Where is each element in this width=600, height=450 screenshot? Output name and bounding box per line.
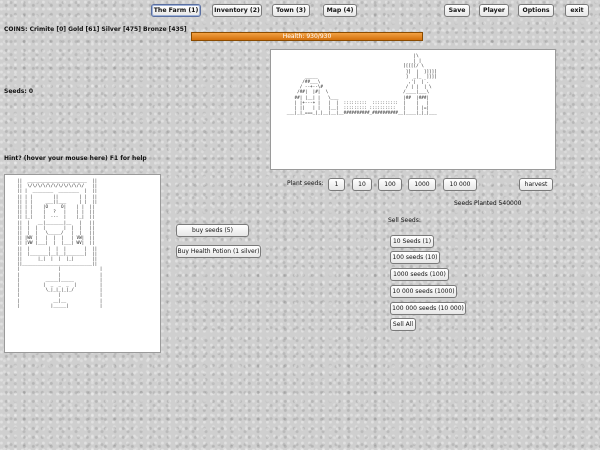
- plant-1-button[interactable]: 1: [328, 178, 345, 191]
- plant-10-button[interactable]: 10: [352, 178, 372, 191]
- plant-1000-button[interactable]: 1000: [408, 178, 436, 191]
- exit-button[interactable]: exit: [565, 4, 589, 17]
- sell-seeds-label: Sell Seeds:: [388, 217, 421, 224]
- buy-health-potion-button[interactable]: Buy Health Potion (1 silver): [176, 245, 261, 258]
- tab-the-farm[interactable]: The Farm (1): [151, 4, 201, 17]
- buy-seeds-button[interactable]: buy seeds (5): [176, 224, 249, 237]
- tab-town[interactable]: Town (3): [272, 4, 310, 17]
- coins-readout: COINS: Crimite [0] Gold [61] Silver [475…: [4, 26, 187, 33]
- character-panel: || _______________________ || || \/\/\/\…: [4, 174, 161, 353]
- sell-10-seeds-button[interactable]: 10 Seeds (1): [390, 235, 434, 248]
- sell-10000-seeds-button[interactable]: 10 000 seeds (1000): [390, 285, 457, 298]
- save-button[interactable]: Save: [444, 4, 470, 17]
- plant-100-button[interactable]: 100: [378, 178, 402, 191]
- sell-100000-seeds-button[interactable]: 100 000 seeds (10 000): [390, 302, 466, 315]
- plant-10000-button[interactable]: 10 000: [443, 178, 477, 191]
- player-button[interactable]: Player: [479, 4, 509, 17]
- seeds-planted-readout: Seeds Planted 540000: [454, 200, 522, 207]
- seeds-count: Seeds: 0: [4, 88, 33, 95]
- farm-scene-panel: |\ | | [[[[[/ \ ]] | ]]]]] _____] _[_]…: [270, 49, 556, 170]
- hint-label[interactable]: Hint? (hover your mouse here) F1 for hel…: [4, 155, 147, 162]
- options-button[interactable]: Options: [518, 4, 554, 17]
- sell-1000-seeds-button[interactable]: 1000 seeds (100): [390, 268, 449, 281]
- farm-ascii-art: |\ | | [[[[[/ \ ]] | ]]]]] _____] _[_]…: [286, 54, 437, 117]
- harvest-button[interactable]: harvest: [519, 178, 553, 191]
- tab-inventory[interactable]: Inventory (2): [212, 4, 262, 17]
- health-bar: Health: 930/930: [191, 32, 423, 41]
- sell-all-button[interactable]: Sell All: [390, 318, 416, 331]
- sell-100-seeds-button[interactable]: 100 seeds (10): [390, 251, 440, 264]
- character-ascii-art: || _______________________ || || \/\/\/\…: [17, 179, 103, 309]
- plant-seeds-label: Plant seeds:: [287, 180, 324, 187]
- tab-map[interactable]: Map (4): [323, 4, 357, 17]
- health-text: Health: 930/930: [282, 33, 332, 40]
